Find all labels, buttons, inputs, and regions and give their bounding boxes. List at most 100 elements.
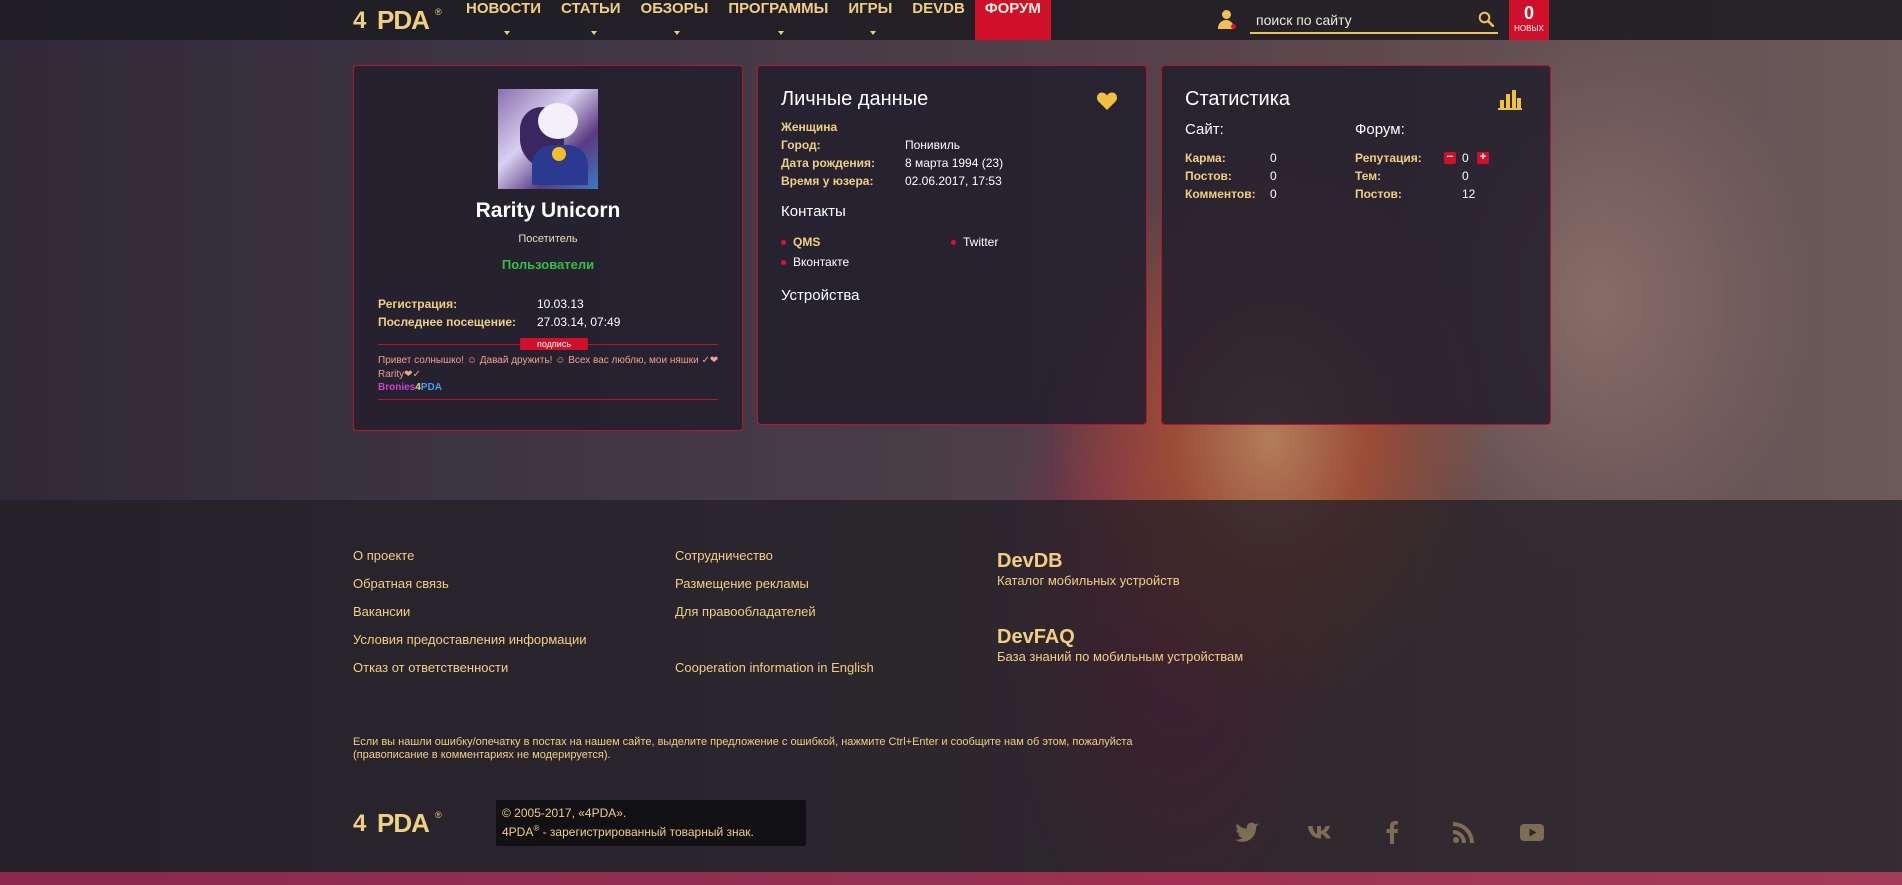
nav-label: ИГРЫ: [848, 0, 893, 17]
facebook-icon[interactable]: [1378, 818, 1406, 846]
contact-vkontakte[interactable]: Вконтакте: [781, 255, 849, 269]
signature-divider-bottom: [378, 399, 718, 400]
nav-label: ФОРУМ: [984, 0, 1041, 17]
field-key: Время у юзера:: [781, 174, 874, 188]
field-value: 10.03.13: [537, 297, 584, 311]
footer-link-terms[interactable]: Условия предоставления информации: [353, 632, 587, 647]
copyright-box: © 2005-2017, «4PDA». 4PDA® - зарегистрир…: [496, 800, 806, 846]
search-box: [1250, 8, 1498, 34]
contact-qms[interactable]: QMS: [781, 235, 820, 249]
field-key: Тем:: [1355, 169, 1382, 183]
nav-item-games[interactable]: ИГРЫ: [838, 0, 902, 40]
avatar: [498, 89, 598, 189]
nav-label: ПРОГРАММЫ: [728, 0, 829, 17]
nav-item-programs[interactable]: ПРОГРАММЫ: [718, 0, 838, 40]
field-value: 02.06.2017, 17:53: [905, 174, 1002, 188]
site-stats-title: Сайт:: [1185, 121, 1224, 138]
logo-pda: PDA: [377, 5, 430, 35]
field-key: Постов:: [1355, 187, 1402, 201]
nav-label: НОВОСТИ: [466, 0, 542, 17]
trademark-text: 4PDA® - зарегистрированный товарный знак…: [502, 824, 754, 839]
site-logo[interactable]: 4 PDA ®: [353, 5, 445, 35]
nav-item-forum[interactable]: ФОРУМ: [974, 0, 1051, 40]
new-messages-badge[interactable]: 0 новых: [1509, 0, 1549, 40]
field-value: 0: [1462, 169, 1469, 183]
signature-brand-link[interactable]: Bronies4PDA: [378, 382, 442, 393]
field-key: Последнее посещение:: [378, 315, 517, 329]
nav-item-articles[interactable]: СТАТЬИ: [551, 0, 631, 40]
field-value: 0: [1270, 169, 1277, 183]
search-input[interactable]: [1254, 10, 1468, 30]
chevron-down-icon: [870, 31, 877, 35]
trademark-suffix: - зарегистрированный товарный знак.: [539, 825, 754, 839]
new-label: новых: [1514, 24, 1544, 33]
user-icon[interactable]: [1216, 10, 1236, 30]
nav-item-reviews[interactable]: ОБЗОРЫ: [631, 0, 719, 40]
rss-icon[interactable]: [1450, 818, 1478, 846]
footer-link-vacancies[interactable]: Вакансии: [353, 604, 410, 619]
field-value: 0: [1462, 151, 1469, 165]
nav-item-news[interactable]: НОВОСТИ: [456, 0, 551, 40]
chevron-down-icon: [503, 31, 510, 35]
bar-chart-icon[interactable]: [1498, 88, 1522, 110]
signature-line-1: Привет солнышко! ☺ Давай дружить! ☺ Всех…: [378, 355, 719, 366]
signature-line-2: Rarity❤✓: [378, 369, 421, 380]
new-count: 0: [1523, 3, 1534, 23]
footer-link-cooperation[interactable]: Сотрудничество: [675, 548, 773, 563]
field-value: 8 марта 1994 (23): [905, 156, 1004, 170]
field-key: Репутация:: [1355, 151, 1422, 165]
footer-link-disclaimer[interactable]: Отказ от ответственности: [353, 660, 508, 675]
profile-group[interactable]: Пользователи: [354, 257, 742, 272]
logo-pda: PDA: [377, 808, 430, 838]
field-value: Понивиль: [905, 138, 960, 152]
twitter-icon[interactable]: [1234, 818, 1262, 846]
devdb-link[interactable]: DevDB: [997, 550, 1063, 573]
chevron-down-icon: [778, 31, 785, 35]
reputation-minus-button[interactable]: −: [1444, 152, 1456, 164]
footer-link-feedback[interactable]: Обратная связь: [353, 576, 449, 591]
heart-icon[interactable]: [1096, 91, 1118, 111]
footer-link-english[interactable]: Cooperation information in English: [675, 660, 874, 675]
statistics-card: Статистика Сайт: Форум: Карма: 0 Постов:…: [1161, 65, 1551, 425]
page-bottom-strip: [0, 872, 1902, 885]
field-value: 0: [1270, 187, 1277, 201]
footer-logo[interactable]: 4 PDA ®: [353, 808, 445, 838]
brand-part: Bronies: [378, 382, 416, 393]
typo-note-line-2: (правописание в комментариях не модериру…: [353, 749, 611, 761]
nav-label: DEVDB: [912, 0, 965, 17]
user-icon-head: [1222, 10, 1231, 19]
footer-link-advertising[interactable]: Размещение рекламы: [675, 576, 809, 591]
footer-link-about[interactable]: О проекте: [353, 548, 414, 563]
forum-stats-title: Форум:: [1355, 121, 1405, 138]
vk-icon[interactable]: [1306, 818, 1334, 846]
copyright-text: © 2005-2017, «4PDA».: [502, 806, 627, 820]
field-key: Регистрация:: [378, 297, 458, 311]
avatar-face: [538, 103, 578, 139]
logo-reg: ®: [435, 810, 442, 820]
youtube-icon[interactable]: [1518, 818, 1546, 846]
chevron-down-icon: [590, 31, 597, 35]
footer: О проекте Обратная связь Вакансии Услови…: [0, 500, 1902, 872]
devfaq-link[interactable]: DevFAQ: [997, 626, 1075, 649]
nav-item-devdb[interactable]: DEVDB: [902, 0, 975, 40]
statistics-title: Статистика: [1185, 88, 1291, 110]
field-key: Город:: [781, 138, 821, 152]
profile-name: Rarity Unicorn: [475, 199, 621, 222]
personal-data-title: Личные данные: [781, 88, 929, 110]
main-nav: НОВОСТИ СТАТЬИ ОБЗОРЫ ПРОГРАММЫ ИГРЫ DEV…: [456, 0, 1051, 40]
nav-label: СТАТЬИ: [561, 0, 621, 17]
field-value: 12: [1462, 187, 1476, 201]
contact-twitter[interactable]: Twitter: [951, 235, 998, 249]
top-navigation-bar: 4 PDA ® НОВОСТИ СТАТЬИ ОБЗОРЫ ПРОГРАММЫ …: [0, 0, 1902, 40]
personal-data-card: Личные данные Женщина Город: Понивиль Да…: [757, 65, 1147, 425]
field-value: 0: [1270, 151, 1277, 165]
avatar-gem: [552, 147, 566, 161]
footer-link-copyright-holders[interactable]: Для правообладателей: [675, 604, 816, 619]
reputation-plus-button[interactable]: +: [1477, 152, 1489, 164]
logo-four: 4: [353, 7, 367, 34]
contacts-title: Контакты: [781, 203, 846, 220]
chevron-down-icon: [674, 31, 681, 35]
field-value: 27.03.14, 07:49: [537, 315, 621, 329]
devices-title: Устройства: [781, 287, 860, 304]
search-icon[interactable]: [1478, 11, 1494, 27]
